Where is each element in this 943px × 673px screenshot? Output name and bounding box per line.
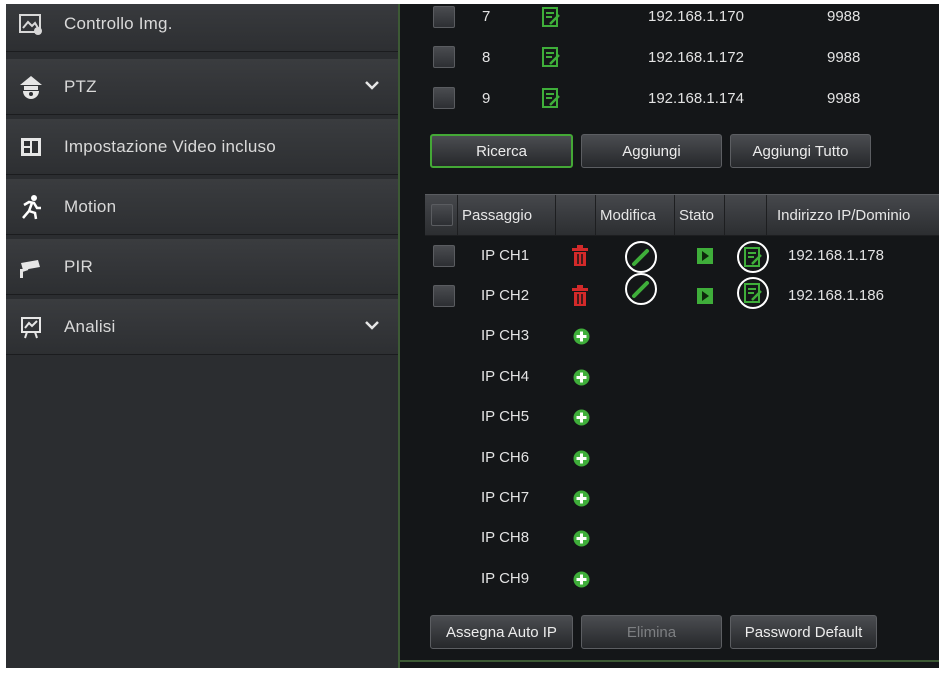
edit-icon[interactable] <box>540 87 562 109</box>
sidebar-item-label: Analisi <box>64 316 116 336</box>
add-circle-icon[interactable] <box>573 571 590 593</box>
sidebar-item-label: Controllo Img. <box>64 13 173 33</box>
panel-bottom-border <box>400 660 939 662</box>
auto-ip-button[interactable]: Assegna Auto IP <box>430 615 573 649</box>
trash-icon[interactable] <box>570 245 590 272</box>
ip-camera-panel: 7 192.168.1.170 9988 8 192.168.1.172 998… <box>398 4 939 668</box>
channel-name: IP CH1 <box>481 247 530 264</box>
chevron-down-icon[interactable] <box>364 317 380 333</box>
channel-name: IP CH8 <box>481 529 530 546</box>
channel-name: IP CH9 <box>481 570 530 587</box>
delete-button[interactable]: Elimina <box>581 615 722 649</box>
result-port: 9988 <box>827 49 861 66</box>
analytics-board-icon <box>18 314 44 340</box>
running-person-icon <box>18 194 44 220</box>
play-icon[interactable] <box>697 248 713 269</box>
add-circle-icon[interactable] <box>573 450 590 472</box>
edit-icon[interactable] <box>540 46 562 68</box>
image-settings-icon <box>18 11 44 37</box>
header-config <box>725 195 767 235</box>
sidebar-item-label: PIR <box>64 256 93 276</box>
channel-name: IP CH5 <box>481 408 530 425</box>
select-all-checkbox[interactable] <box>431 204 453 226</box>
header-status[interactable]: Stato <box>675 195 725 235</box>
search-button[interactable]: Ricerca <box>430 134 573 168</box>
result-ip: 192.168.1.170 <box>648 8 744 25</box>
result-ip: 192.168.1.174 <box>648 90 744 107</box>
play-icon[interactable] <box>697 288 713 309</box>
row-checkbox[interactable] <box>433 46 455 68</box>
header-edit[interactable]: Modifica <box>596 195 675 235</box>
channel-table-header: Passaggio Modifica Stato Indirizzo IP/Do… <box>425 194 939 236</box>
security-camera-icon <box>18 254 44 280</box>
add-circle-icon[interactable] <box>573 490 590 512</box>
sidebar-item-pir[interactable]: PIR <box>6 239 398 295</box>
ptz-camera-icon <box>18 74 44 100</box>
sidebar-item-video-overlay[interactable]: Impostazione Video incluso <box>6 119 398 175</box>
add-circle-icon[interactable] <box>573 328 590 350</box>
sidebar-item-label: PTZ <box>64 76 97 96</box>
pencil-icon[interactable] <box>631 279 651 304</box>
channel-name: IP CH3 <box>481 327 530 344</box>
add-button[interactable]: Aggiungi <box>581 134 722 168</box>
result-port: 9988 <box>827 8 861 25</box>
sidebar-item-ptz[interactable]: PTZ <box>6 59 398 115</box>
sidebar-item-label: Impostazione Video incluso <box>64 136 276 156</box>
chevron-down-icon[interactable] <box>364 77 380 93</box>
header-address[interactable]: Indirizzo IP/Dominio <box>767 195 939 235</box>
ip-address: 192.168.1.178 <box>788 247 884 264</box>
header-channel[interactable]: Passaggio <box>458 195 556 235</box>
edit-icon[interactable] <box>742 246 764 268</box>
result-ip: 192.168.1.172 <box>648 49 744 66</box>
default-password-button[interactable]: Password Default <box>730 615 877 649</box>
add-circle-icon[interactable] <box>573 530 590 552</box>
add-circle-icon[interactable] <box>573 369 590 391</box>
video-overlay-icon <box>18 134 44 160</box>
row-checkbox[interactable] <box>433 285 455 307</box>
pencil-icon[interactable] <box>631 247 651 272</box>
header-checkbox-cell <box>425 195 458 235</box>
sidebar-item-image-control[interactable]: Controllo Img. <box>6 4 398 52</box>
sidebar-item-motion[interactable]: Motion <box>6 179 398 235</box>
sidebar: Controllo Img. PTZ Impostazione Video in… <box>6 4 398 668</box>
sidebar-item-analysis[interactable]: Analisi <box>6 299 398 355</box>
trash-icon[interactable] <box>570 285 590 312</box>
channel-name: IP CH6 <box>481 449 530 466</box>
channel-name: IP CH2 <box>481 287 530 304</box>
result-number: 8 <box>482 49 491 66</box>
result-number: 7 <box>482 8 491 25</box>
row-checkbox[interactable] <box>433 245 455 267</box>
row-checkbox[interactable] <box>433 6 455 28</box>
result-port: 9988 <box>827 90 861 107</box>
edit-icon[interactable] <box>540 6 562 28</box>
add-circle-icon[interactable] <box>573 409 590 431</box>
edit-icon[interactable] <box>742 282 764 304</box>
channel-name: IP CH4 <box>481 368 530 385</box>
sidebar-item-label: Motion <box>64 196 117 216</box>
result-number: 9 <box>482 90 491 107</box>
nvr-settings-window: Controllo Img. PTZ Impostazione Video in… <box>6 4 939 668</box>
channel-name: IP CH7 <box>481 489 530 506</box>
row-checkbox[interactable] <box>433 87 455 109</box>
add-all-button[interactable]: Aggiungi Tutto <box>730 134 871 168</box>
header-action <box>556 195 596 235</box>
ip-address: 192.168.1.186 <box>788 287 884 304</box>
